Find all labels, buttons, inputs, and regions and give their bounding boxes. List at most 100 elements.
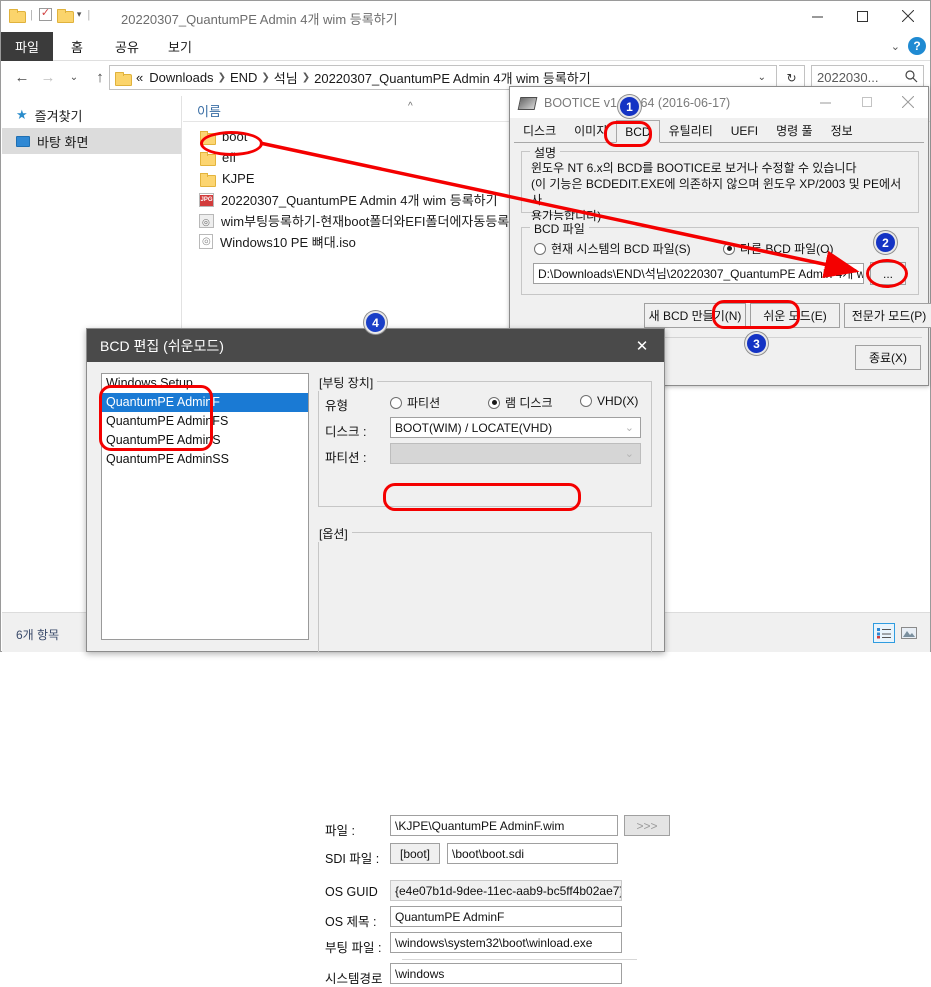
os-title-value: QuantumPE AdminF	[395, 909, 505, 924]
search-value: 2022030...	[817, 70, 879, 85]
bootice-app-icon	[519, 95, 536, 110]
breadcrumb-separator: ❯	[301, 72, 311, 83]
folder-icon	[199, 130, 216, 145]
tab-info[interactable]: 정보	[822, 119, 862, 142]
folder-icon[interactable]	[9, 8, 26, 23]
chevron-down-icon[interactable]: ⌄	[891, 40, 900, 53]
column-header-name[interactable]: 이름	[197, 101, 221, 120]
folder-icon	[199, 151, 216, 166]
details-view-button[interactable]	[873, 623, 895, 643]
boot-file-input[interactable]: \windows\system32\boot\winload.exe	[390, 932, 622, 953]
view-toggle-group	[873, 623, 920, 643]
radio-ramdisk[interactable]: 램 디스크	[488, 394, 553, 411]
tab-uefi[interactable]: UEFI	[722, 119, 767, 142]
bootice-titlebar: BOOTICE v1.3. x64 (2016-06-17)	[510, 87, 928, 118]
sdi-boot-button[interactable]: [boot]	[390, 843, 440, 864]
boot-device-group-label: [부팅 장치]	[315, 374, 378, 391]
list-item[interactable]: QuantumPE AdminFS	[102, 412, 308, 431]
file-browse-label: >>>	[636, 818, 658, 833]
minimize-button[interactable]	[795, 1, 840, 31]
maximize-button[interactable]	[840, 1, 885, 31]
forward-button[interactable]: →	[35, 65, 61, 91]
os-title-input[interactable]: QuantumPE AdminF	[390, 906, 622, 927]
breadcrumb-current[interactable]: 20220307_QuantumPE Admin 4개 wim 등록하기	[311, 68, 594, 87]
back-button[interactable]: ←	[9, 65, 35, 91]
system-path-value: \windows	[395, 966, 445, 981]
help-icon[interactable]: ?	[908, 37, 926, 55]
description-line-1: 윈도우 NT 6.x의 BCD를 BOOTICE로 보거나 수정할 수 있습니다	[531, 161, 857, 175]
expert-mode-button[interactable]: 전문가 모드(P)	[844, 303, 931, 328]
os-guid-input[interactable]: {e4e07b1d-9dee-11ec-aab9-bc5ff4b02ae7}	[390, 880, 622, 901]
new-bcd-button[interactable]: 새 BCD 만들기(N)	[644, 303, 746, 328]
sdi-label: SDI 파일 :	[325, 852, 380, 866]
close-button[interactable]	[885, 1, 930, 31]
radio-vhd[interactable]: VHD(X)	[580, 394, 638, 408]
new-folder-icon[interactable]	[56, 8, 74, 23]
list-item[interactable]: QuantumPE AdminSS	[102, 450, 308, 469]
easy-mode-button[interactable]: 쉬운 모드(E)	[750, 303, 840, 328]
shortcut-file-icon: ◎	[199, 213, 214, 228]
bcd-path-input[interactable]: D:\Downloads\END\석님\20220307_QuantumPE A…	[533, 263, 864, 284]
tab-file[interactable]: 파일	[1, 32, 53, 61]
radio-label: VHD(X)	[597, 394, 639, 408]
recent-locations-button[interactable]: ⌄	[61, 65, 87, 91]
tab-home[interactable]: 홈	[59, 32, 95, 61]
list-item[interactable]: QuantumPE AdminS	[102, 431, 308, 450]
chevron-down-icon[interactable]: ⌄	[750, 72, 774, 83]
close-button[interactable]	[887, 87, 928, 117]
radio-partition[interactable]: 파티션	[390, 394, 440, 411]
file-name: boot	[222, 129, 248, 144]
file-browse-button[interactable]: >>>	[624, 815, 670, 836]
window-title: 20220307_QuantumPE Admin 4개 wim 등록하기	[121, 12, 398, 27]
tab-share[interactable]: 공유	[103, 32, 151, 61]
tab-disk[interactable]: 디스크	[514, 119, 565, 142]
radio-other-bcd[interactable]: 다른 BCD 파일(O)	[723, 240, 834, 257]
checkbox-icon[interactable]	[38, 6, 52, 21]
file-name: KJPE	[222, 171, 255, 186]
disk-label: 디스크 :	[325, 425, 367, 439]
explorer-titlebar: | ▾ | 20220307_QuantumPE Admin 4개 wim 등록…	[1, 1, 930, 32]
breadcrumb-seok[interactable]: 석님	[271, 68, 301, 87]
bcd-edit-title: BCD 편집 (쉬운모드)	[100, 337, 224, 354]
file-name: Windows10 PE 뼈대.iso	[220, 235, 356, 250]
partition-label: 파티션 :	[325, 451, 367, 465]
file-label: 파일 :	[325, 824, 355, 838]
system-path-input[interactable]: \windows	[390, 963, 622, 984]
breadcrumb-overflow[interactable]: «	[133, 70, 146, 85]
chevron-down-icon: ⌄	[624, 422, 634, 434]
radio-current-bcd[interactable]: 현재 시스템의 BCD 파일(S)	[534, 240, 691, 257]
ribbon-tabs: 파일 홈 공유 보기 ⌄ ?	[1, 32, 930, 61]
tab-command[interactable]: 명령 풀	[767, 119, 821, 142]
boot-file-value: \windows\system32\boot\winload.exe	[395, 935, 593, 950]
tab-utility[interactable]: 유틸리티	[660, 119, 722, 142]
sidebar-item-desktop[interactable]: 바탕 화면	[2, 128, 181, 154]
item-count: 6개 항목	[16, 628, 60, 642]
minimize-button[interactable]	[805, 87, 846, 117]
disk-combobox[interactable]: BOOT(WIM) / LOCATE(VHD) ⌄	[390, 417, 641, 438]
list-item[interactable]: QuantumPE AdminF	[102, 393, 308, 412]
partition-combobox[interactable]: ⌄	[390, 443, 641, 464]
list-item[interactable]: Windows Setup	[102, 374, 308, 393]
chevron-down-icon[interactable]: ▾	[77, 9, 82, 20]
breadcrumb-downloads[interactable]: Downloads	[146, 70, 216, 85]
ribbon-right-controls: ⌄ ?	[891, 37, 926, 55]
file-name: wim부팅등록하기-현재boot폴더와EFI폴더에자동등록	[221, 214, 510, 229]
bcd-file-group-label: BCD 파일	[530, 220, 589, 237]
large-icons-view-button[interactable]	[898, 623, 920, 643]
maximize-button[interactable]	[846, 87, 887, 117]
window-controls	[795, 1, 930, 31]
bcd-entry-list[interactable]: Windows Setup QuantumPE AdminF QuantumPE…	[101, 373, 309, 640]
breadcrumb-end[interactable]: END	[227, 70, 260, 85]
tab-bcd[interactable]: BCD	[616, 120, 660, 143]
sdi-path-input[interactable]: \boot\boot.sdi	[447, 843, 618, 864]
exit-button[interactable]: 종료(X)	[855, 345, 921, 370]
separator: |	[30, 8, 33, 21]
close-icon[interactable]: ✕	[620, 329, 664, 362]
sdi-path-value: \boot\boot.sdi	[452, 846, 525, 861]
os-guid-label: OS GUID	[325, 885, 378, 899]
browse-button[interactable]: ...	[870, 262, 906, 285]
tab-image[interactable]: 이미지	[565, 119, 616, 142]
wim-file-input[interactable]: \KJPE\QuantumPE AdminF.wim	[390, 815, 618, 836]
sidebar-item-favorites[interactable]: ★ 즐겨찾기	[2, 102, 181, 128]
tab-view[interactable]: 보기	[156, 32, 204, 61]
